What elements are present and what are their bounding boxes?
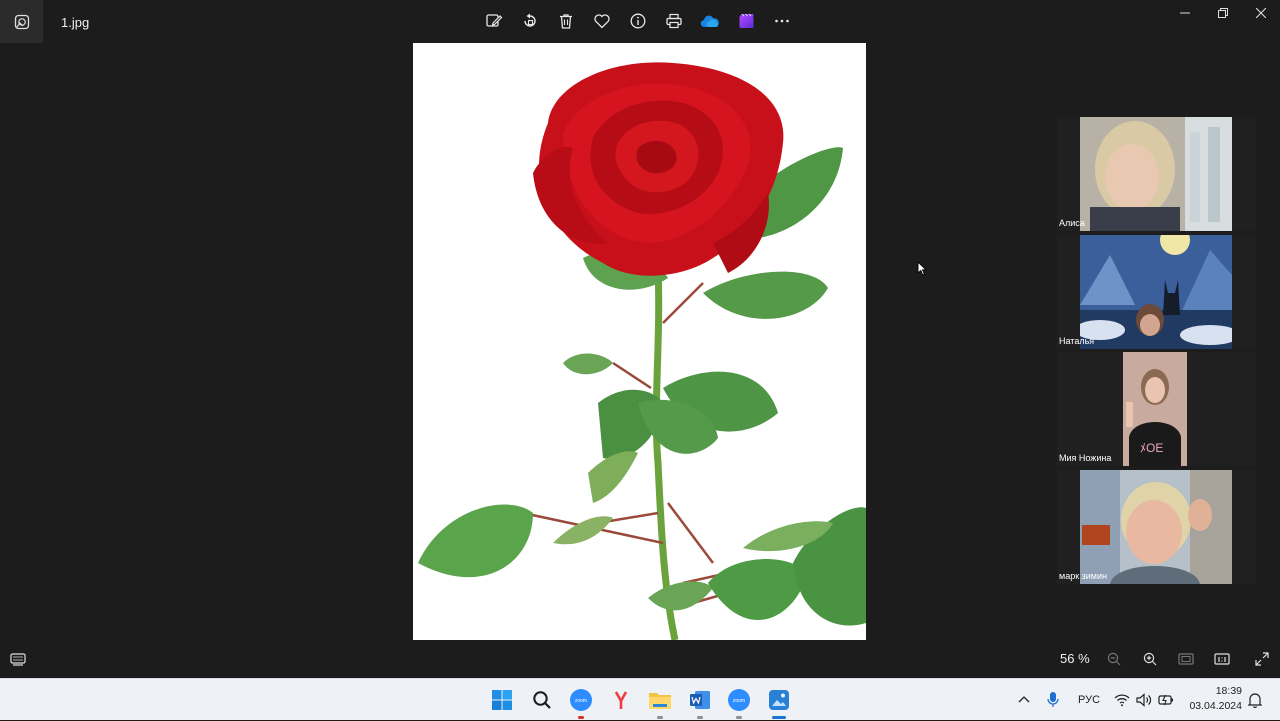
windows-taskbar: zoom zoom РУС 18:39 03.04.2024 — [0, 678, 1280, 720]
file-name: 1.jpg — [61, 15, 90, 30]
title-bar: 1.jpg — [0, 0, 1280, 43]
participants-panel: Алиса Наталья ﾒOE Мия Ножина марк зимин — [1057, 117, 1256, 587]
window-controls — [1166, 0, 1280, 26]
zoom-in-icon[interactable] — [1141, 650, 1159, 668]
volume-icon[interactable] — [1136, 679, 1152, 721]
clock-date: 03.04.2024 — [1189, 700, 1242, 712]
print-icon[interactable] — [662, 9, 686, 33]
zoom-workplace-icon[interactable]: zoom — [725, 686, 753, 719]
input-language[interactable]: РУС — [1078, 679, 1100, 721]
participant-tile[interactable]: марк зимин — [1057, 469, 1256, 584]
participant-name: Алиса — [1059, 218, 1085, 228]
restore-icon[interactable] — [1204, 0, 1242, 26]
yandex-browser-icon[interactable] — [607, 686, 635, 714]
participant-video: ﾒOE — [1123, 352, 1187, 466]
running-indicator — [578, 716, 584, 719]
favorite-icon[interactable] — [590, 9, 614, 33]
participant-video — [1080, 117, 1232, 231]
actual-size-icon[interactable] — [1213, 650, 1231, 668]
zoom-out-icon[interactable] — [1105, 650, 1123, 668]
delete-icon[interactable] — [554, 9, 578, 33]
image-toolbar — [482, 9, 794, 33]
fit-to-window-icon[interactable] — [1177, 650, 1195, 668]
edit-icon[interactable] — [482, 9, 506, 33]
svg-text:zoom: zoom — [575, 698, 587, 704]
participant-tile[interactable]: ﾒOE Мия Ножина — [1057, 352, 1256, 466]
svg-text:zoom: zoom — [733, 698, 745, 704]
info-icon[interactable] — [626, 9, 650, 33]
participant-tile[interactable]: Алиса — [1057, 117, 1256, 231]
participant-tile[interactable]: Наталья — [1057, 234, 1256, 349]
mouse-cursor — [917, 260, 928, 281]
word-icon[interactable] — [686, 686, 714, 719]
photos-app-icon[interactable] — [0, 0, 43, 43]
participant-name: марк зимин — [1059, 570, 1107, 581]
more-icon[interactable] — [770, 9, 794, 33]
participant-name: Мия Ножина — [1059, 453, 1112, 463]
running-indicator — [657, 716, 663, 719]
zoom-level: 56 % — [1060, 651, 1090, 666]
svg-text:ﾒOE: ﾒOE — [1140, 441, 1163, 455]
zoom-app-icon[interactable]: zoom — [567, 686, 595, 719]
fullscreen-icon[interactable] — [1253, 650, 1271, 668]
battery-icon[interactable] — [1158, 679, 1174, 721]
running-indicator — [736, 716, 742, 719]
file-explorer-icon[interactable] — [646, 686, 674, 719]
microphone-icon[interactable] — [1046, 679, 1060, 721]
photos-app-window: 1.jpg Алиса Наталья ﾒOE Мия Ножина марк … — [0, 0, 1280, 678]
onedrive-icon[interactable] — [698, 9, 722, 33]
system-clock[interactable]: 18:39 03.04.2024 — [1188, 684, 1242, 714]
close-icon[interactable] — [1242, 0, 1280, 26]
image-viewer-rose-photo[interactable] — [413, 43, 866, 640]
bottom-bar: 56 % — [0, 640, 1280, 678]
wifi-icon[interactable] — [1114, 679, 1130, 721]
clipchamp-icon[interactable] — [734, 9, 758, 33]
rotate-icon[interactable] — [518, 9, 542, 33]
notifications-icon[interactable] — [1248, 679, 1262, 721]
start-icon[interactable] — [488, 686, 516, 714]
clock-time: 18:39 — [1215, 685, 1242, 697]
rose-image — [413, 43, 866, 640]
participant-video — [1080, 234, 1232, 349]
participant-name: Наталья — [1059, 335, 1095, 346]
participant-video — [1080, 469, 1232, 584]
search-icon[interactable] — [528, 686, 556, 714]
minimize-icon[interactable] — [1166, 0, 1204, 26]
photos-taskbar-icon[interactable] — [765, 686, 793, 719]
active-indicator — [772, 716, 786, 719]
running-indicator — [697, 716, 703, 719]
filmstrip-icon[interactable] — [9, 650, 27, 668]
show-hidden-icons[interactable] — [1017, 679, 1031, 721]
